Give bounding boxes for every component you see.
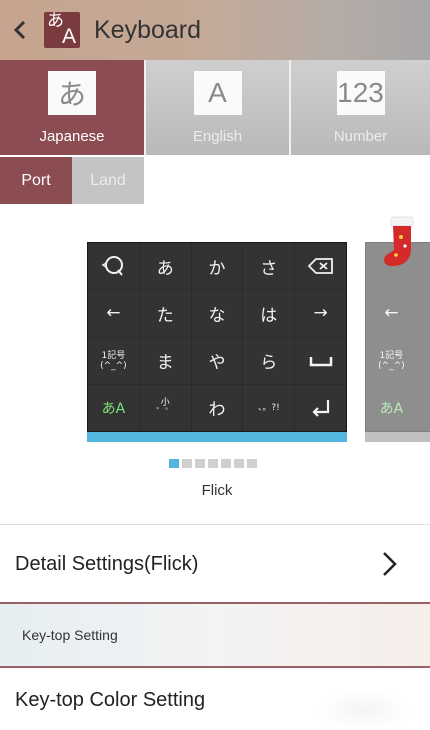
- tab-land[interactable]: Land: [72, 157, 144, 204]
- key: わ: [191, 384, 243, 431]
- punctuation-key: 、。?!: [243, 384, 295, 431]
- enter-icon: [312, 399, 329, 417]
- space-icon: [309, 356, 332, 366]
- section-header: Key-top Setting: [0, 602, 430, 668]
- key-top-color-label: Key-top Color Setting: [15, 688, 206, 711]
- page-dot: [247, 459, 257, 468]
- app-header: あ A Keyboard: [0, 0, 430, 60]
- detail-settings-label: Detail Settings(Flick): [15, 552, 199, 575]
- tab-japanese[interactable]: あ Japanese: [0, 60, 144, 155]
- key: [417, 290, 430, 337]
- orientation-tabs: Port Land: [0, 157, 144, 204]
- key: た: [139, 290, 191, 337]
- key: ←: [366, 290, 417, 337]
- chevron-right-icon: [383, 552, 397, 576]
- tab-port[interactable]: Port: [0, 157, 72, 204]
- key: [417, 384, 430, 431]
- tab-number-label: Number: [333, 128, 388, 145]
- key: な: [191, 290, 243, 337]
- detail-settings-row[interactable]: Detail Settings(Flick): [0, 525, 430, 603]
- keyboard-carousel[interactable]: あ か さ ← た な は → 1記号 (^_^) ま や ら あA 小 ゛゜ …: [0, 205, 430, 455]
- back-button[interactable]: [6, 0, 34, 60]
- key: ま: [139, 337, 191, 384]
- chevron-left-icon: [13, 20, 26, 40]
- symbol-key: 1記号 (^_^): [366, 337, 417, 384]
- key-top-color-row[interactable]: Key-top Color Setting: [0, 670, 430, 730]
- small-char-key: 小 ゛゜: [139, 384, 191, 431]
- page-dot: [221, 459, 231, 468]
- key: さ: [243, 243, 295, 290]
- key: は: [243, 290, 295, 337]
- page-dot: [234, 459, 244, 468]
- stocking-icon: [384, 216, 414, 267]
- color-preview: [317, 690, 412, 730]
- key: ←: [88, 290, 139, 337]
- backspace-icon: [307, 258, 333, 275]
- number-glyph-icon: 123: [336, 71, 385, 115]
- key: →: [295, 290, 346, 337]
- tab-number[interactable]: 123 Number: [289, 60, 430, 155]
- english-glyph-icon: A: [193, 71, 242, 115]
- search-key: [88, 243, 139, 290]
- keyboard-name: Flick: [201, 482, 233, 499]
- key: [417, 337, 430, 384]
- keyboard-next-indicator: [365, 432, 430, 442]
- symbol-key: 1記号 (^_^): [88, 337, 139, 384]
- keyboard-preview-next[interactable]: ← 1記号 (^_^) あA: [365, 242, 430, 432]
- key: か: [191, 243, 243, 290]
- page-indicator: [169, 459, 257, 468]
- keyboard-preview[interactable]: あ か さ ← た な は → 1記号 (^_^) ま や ら あA 小 ゛゜ …: [87, 242, 347, 432]
- mode-switch-key: あA: [88, 384, 139, 431]
- page-dot: [169, 459, 179, 468]
- page-title: Keyboard: [94, 15, 202, 44]
- search-icon: [102, 256, 124, 276]
- page-dot: [182, 459, 192, 468]
- input-mode-tabs: あ Japanese A English 123 Number: [0, 60, 430, 155]
- key: ら: [243, 337, 295, 384]
- app-icon-latin: A: [61, 25, 76, 48]
- keyboard-selected-indicator: [87, 432, 347, 442]
- backspace-key: [295, 243, 346, 290]
- tab-japanese-label: Japanese: [39, 128, 105, 145]
- space-key: [295, 337, 346, 384]
- japanese-glyph-icon: あ: [48, 71, 96, 115]
- page-dot: [208, 459, 218, 468]
- key: あ: [139, 243, 191, 290]
- mode-switch-key: あA: [366, 384, 417, 431]
- enter-key: [295, 384, 346, 431]
- section-header-label: Key-top Setting: [22, 627, 118, 643]
- tab-english[interactable]: A English: [144, 60, 289, 155]
- tab-english-label: English: [192, 128, 243, 145]
- key: や: [191, 337, 243, 384]
- page-dot: [195, 459, 205, 468]
- app-icon: あ A: [44, 12, 80, 48]
